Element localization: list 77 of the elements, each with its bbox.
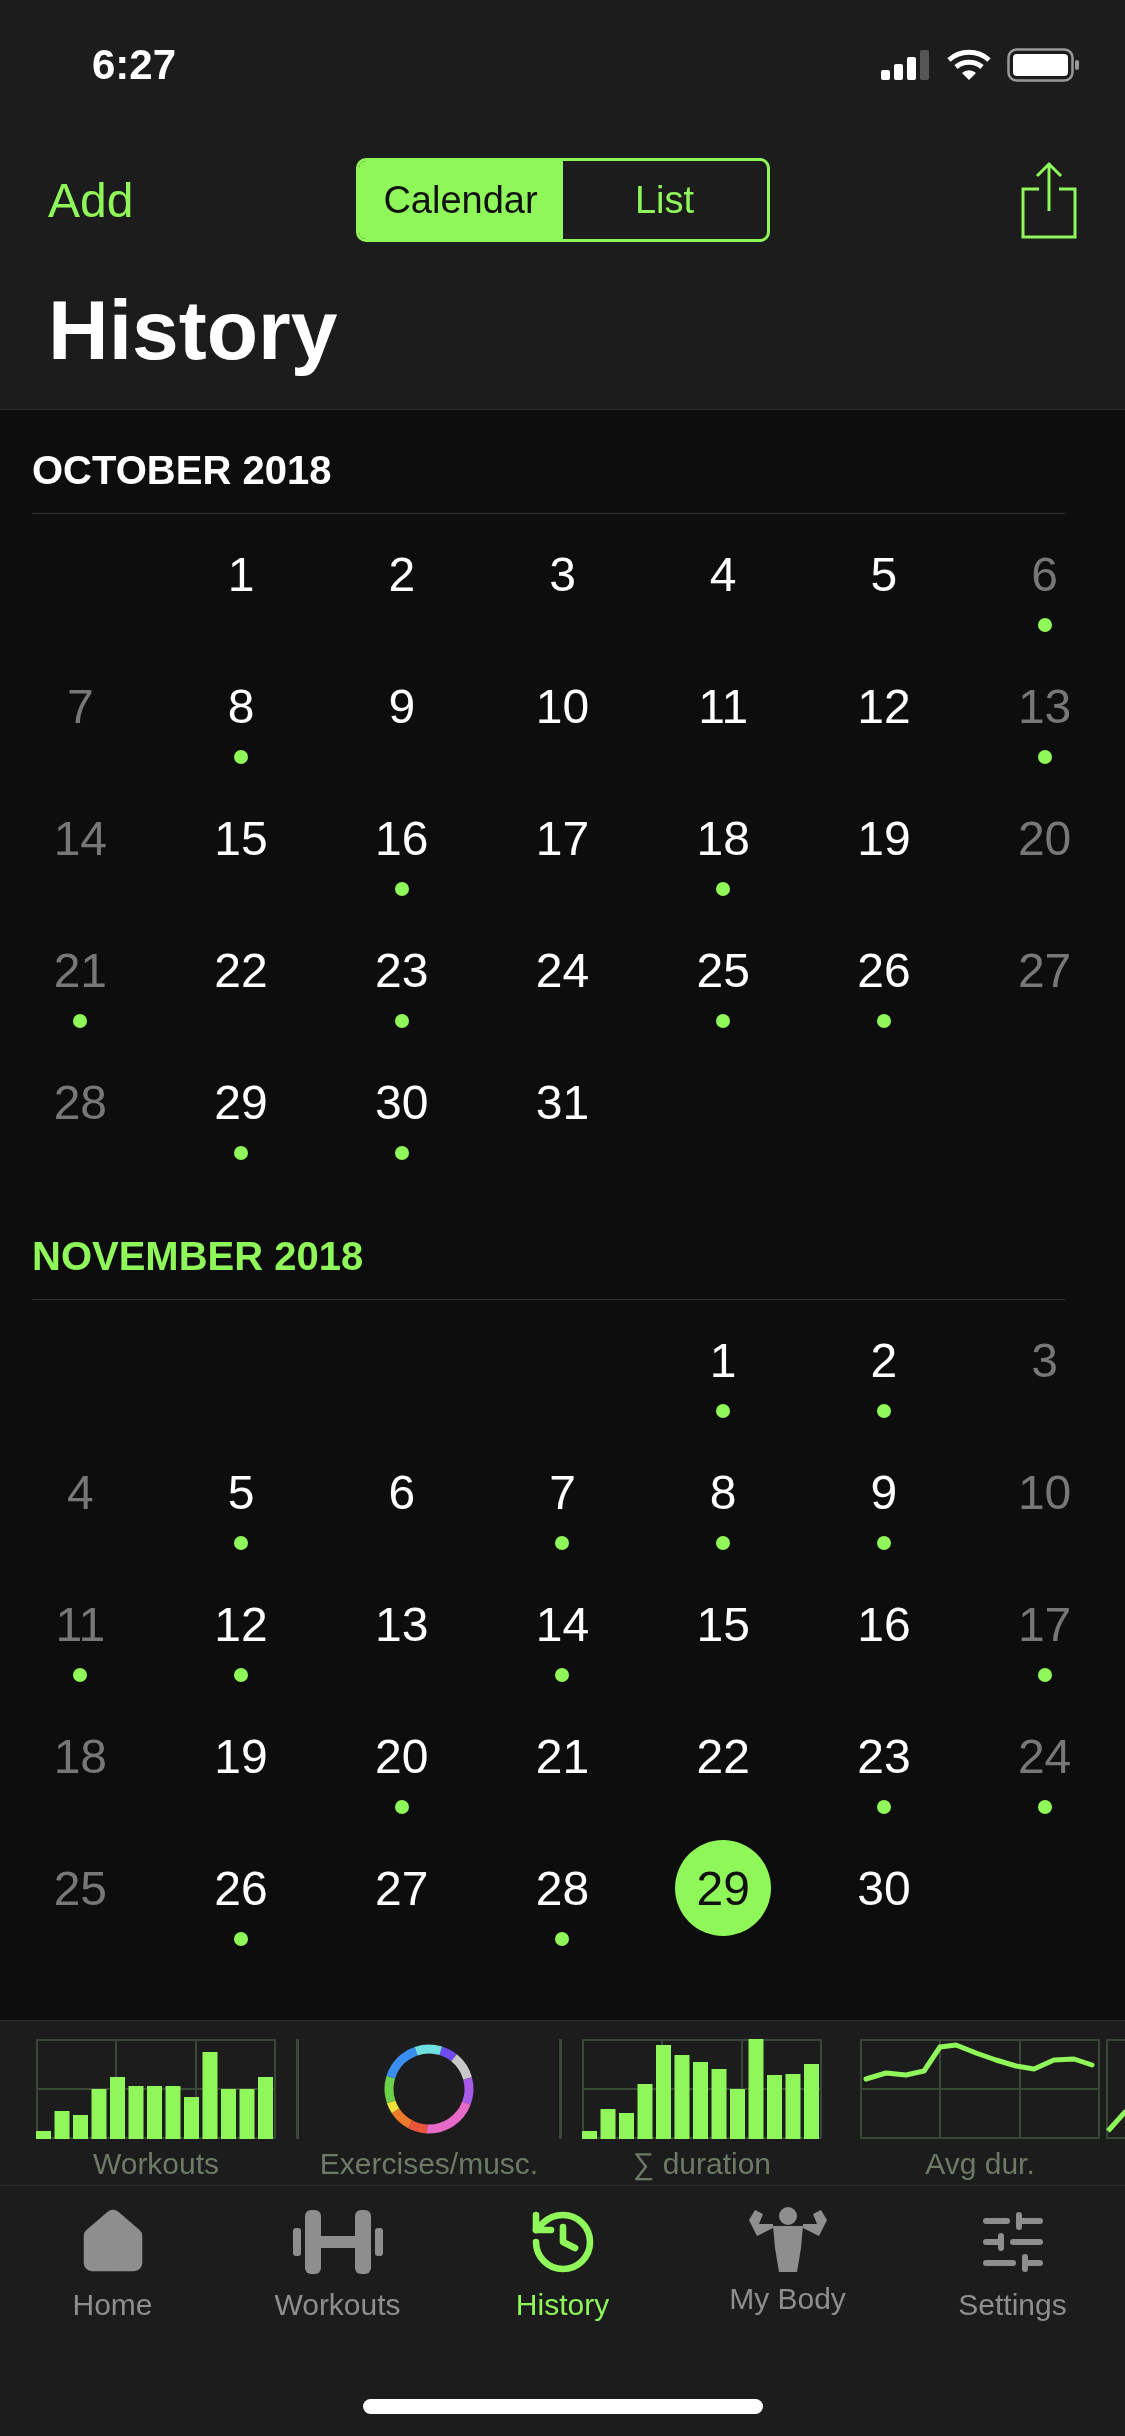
calendar-day[interactable]: 5 <box>835 526 932 622</box>
calendar-day[interactable]: 20 <box>353 1708 450 1804</box>
calendar-day[interactable]: 30 <box>835 1840 932 1936</box>
calendar-day[interactable]: 3 <box>996 1312 1093 1408</box>
calendar-day[interactable]: 1 <box>675 1312 772 1408</box>
calendar-day[interactable]: 30 <box>353 1054 450 1150</box>
calendar-day[interactable]: 17 <box>514 790 611 886</box>
calendar-day[interactable]: 10 <box>996 1444 1093 1540</box>
calendar-day[interactable]: 19 <box>835 790 932 886</box>
calendar-day[interactable]: 11 <box>32 1576 129 1672</box>
calendar-day[interactable]: 7 <box>514 1444 611 1540</box>
calendar-day[interactable]: 3 <box>514 526 611 622</box>
calendar-day[interactable]: 29 <box>675 1840 772 1936</box>
segment-tab[interactable]: Calendar <box>358 161 563 239</box>
calendar-day[interactable]: 13 <box>996 658 1093 754</box>
calendar-day[interactable]: 23 <box>835 1708 932 1804</box>
segment-tab[interactable]: List <box>562 161 767 239</box>
tab-bar-item[interactable]: Workouts <box>237 2206 438 2322</box>
tab-bar-item[interactable]: Settings <box>912 2206 1113 2322</box>
calendar-day[interactable]: 23 <box>353 922 450 1018</box>
calendar-day[interactable]: 11 <box>675 658 772 754</box>
calendar-day[interactable]: 8 <box>193 658 290 754</box>
calendar-day[interactable]: 16 <box>835 1576 932 1672</box>
add-button[interactable]: Add <box>48 172 168 228</box>
page-title: History <box>47 282 339 379</box>
calendar-day[interactable]: 5 <box>193 1444 290 1540</box>
calendar-day[interactable]: 4 <box>32 1444 129 1540</box>
calendar-day[interactable]: 10 <box>514 658 611 754</box>
calendar-day[interactable]: 12 <box>193 1576 290 1672</box>
calendar-day[interactable]: 24 <box>514 922 611 1018</box>
calendar-day[interactable]: 19 <box>193 1708 290 1804</box>
calendar-day[interactable]: 28 <box>32 1054 129 1150</box>
calendar-day[interactable]: 26 <box>835 922 932 1018</box>
calendar-day[interactable]: 1 <box>193 526 290 622</box>
calendar-day[interactable]: 15 <box>675 1576 772 1672</box>
calendar-day[interactable]: 27 <box>996 922 1093 1018</box>
calendar-day[interactable]: 16 <box>353 790 450 886</box>
calendar-day[interactable]: 17 <box>996 1576 1093 1672</box>
calendar-day[interactable]: 9 <box>353 658 450 754</box>
calendar-day[interactable]: 14 <box>32 790 129 886</box>
calendar-day[interactable]: 21 <box>514 1708 611 1804</box>
calendar-day[interactable]: 21 <box>32 922 129 1018</box>
calendar-day[interactable]: 27 <box>353 1840 450 1936</box>
calendar-day[interactable]: 9 <box>835 1444 932 1540</box>
calendar-day[interactable]: 6 <box>996 526 1093 622</box>
calendar-day[interactable]: 24 <box>996 1708 1093 1804</box>
month-title: NOVEMBER 2018 <box>31 1234 365 1280</box>
status-time: 6:27 <box>92 41 177 89</box>
calendar-day[interactable]: 13 <box>353 1576 450 1672</box>
calendar-day[interactable]: 31 <box>514 1054 611 1150</box>
calendar-day[interactable]: 25 <box>32 1840 129 1936</box>
chart-label: Avg dur. <box>925 2147 1035 2181</box>
calendar-day[interactable]: 29 <box>193 1054 290 1150</box>
calendar-day[interactable]: 25 <box>675 922 772 1018</box>
calendar-day[interactable]: 28 <box>514 1840 611 1936</box>
calendar-day[interactable]: 18 <box>675 790 772 886</box>
calendar-day[interactable]: 26 <box>193 1840 290 1936</box>
month-title: OCTOBER 2018 <box>31 448 333 494</box>
tab-bar-item[interactable]: Home <box>12 2206 213 2322</box>
calendar-day[interactable]: 6 <box>353 1444 450 1540</box>
calendar-day[interactable]: 2 <box>353 526 450 622</box>
calendar-day[interactable]: 7 <box>32 658 129 754</box>
tab-bar-item[interactable]: History <box>462 2206 663 2322</box>
calendar-day[interactable]: 20 <box>996 790 1093 886</box>
calendar-day[interactable]: 22 <box>193 922 290 1018</box>
chart-label: Workouts <box>92 2147 220 2181</box>
calendar-day[interactable]: 22 <box>675 1708 772 1804</box>
calendar-day[interactable]: 4 <box>675 526 772 622</box>
chart-label: ∑ duration <box>632 2147 772 2181</box>
calendar-day[interactable]: 18 <box>32 1708 129 1804</box>
calendar-day[interactable]: 2 <box>835 1312 932 1408</box>
tab-bar-item[interactable]: My Body <box>687 2206 888 2322</box>
chart-label: Exercises/musc. <box>319 2147 539 2181</box>
calendar-day[interactable]: 8 <box>675 1444 772 1540</box>
calendar-day[interactable]: 15 <box>193 790 290 886</box>
calendar-day[interactable]: 12 <box>835 658 932 754</box>
calendar-day[interactable]: 14 <box>514 1576 611 1672</box>
